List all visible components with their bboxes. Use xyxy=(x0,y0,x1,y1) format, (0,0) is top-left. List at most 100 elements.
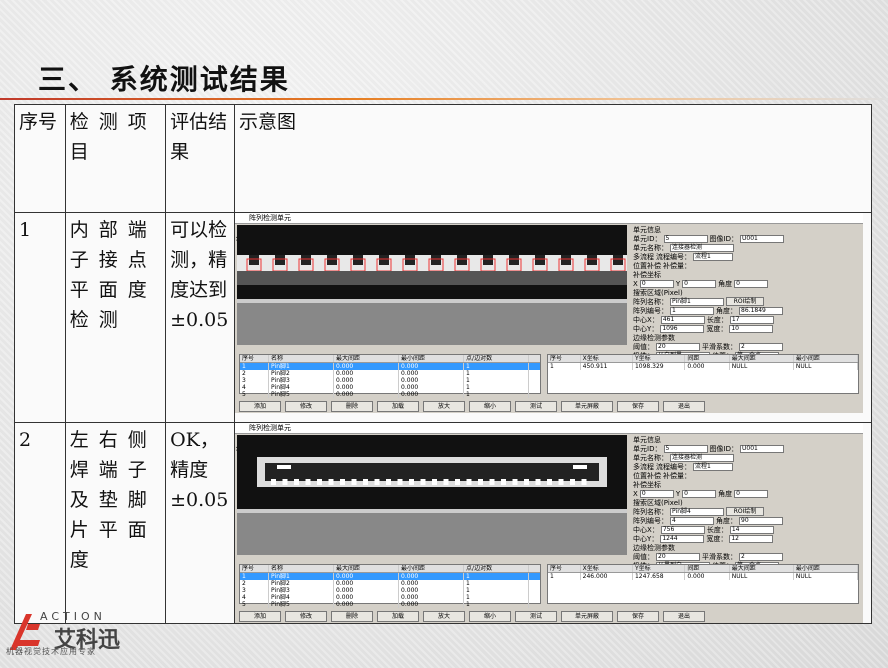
list-cell: 0.000 xyxy=(399,363,465,370)
result-col-header: Y坐标 xyxy=(633,355,686,362)
result-cell: NULL xyxy=(794,573,859,580)
result-col-header: 间距 xyxy=(685,565,730,572)
row2-no: 2 xyxy=(14,422,66,624)
panel-image-id[interactable]: U001 xyxy=(739,234,784,243)
table-row: 2 左右侧焊端子及垫脚片平面度 OK，精度±0.05 阵列检测单元×单元信息单元… xyxy=(14,422,872,624)
list-cell: 0.000 xyxy=(399,573,465,580)
array-list-table[interactable]: 序号 名称 最大间距 最小间距 点/边对数 1 Pin脚1 0.000 0.000 1 2 Pin脚2… xyxy=(239,564,542,608)
screen-button[interactable]: 单元屏蔽 xyxy=(561,610,614,622)
result-col-header: 最大间距 xyxy=(730,565,794,572)
panel-row: 边缘检测参数 xyxy=(631,333,857,342)
list-cell: 3 xyxy=(240,377,270,384)
list-col-header: 最小间距 xyxy=(399,565,465,572)
panel-deg[interactable]: 86.1849 xyxy=(739,306,784,315)
table-row[interactable]: 5 Pin脚5 0.000 0.000 1 xyxy=(240,391,540,398)
row1-diagram: 阵列检测单元×单元信息单元ID：5图像ID：U001单元名称：连接器检测多流程流… xyxy=(234,212,872,423)
zoomout-button[interactable]: 缩小 xyxy=(469,610,512,622)
add-button[interactable]: 添加 xyxy=(239,610,282,622)
list-col-header: 最大间距 xyxy=(334,565,400,572)
edit-button[interactable]: 修改 xyxy=(285,400,328,412)
panel-y[interactable]: 0 xyxy=(682,489,717,498)
header-eval: 评估结果 xyxy=(165,104,236,213)
panel-flow[interactable]: 流程1 xyxy=(693,462,734,471)
list-header: 序号 名称 最大间距 最小间距 点/边对数 xyxy=(240,565,541,573)
inspection-image[interactable] xyxy=(237,225,628,303)
table-row[interactable]: 4 Pin脚4 0.000 0.000 1 xyxy=(240,594,540,601)
table-row[interactable]: 3 Pin脚3 0.000 0.000 1 xyxy=(240,377,540,384)
list-cell: 0.000 xyxy=(334,370,400,377)
list-cell: Pin脚3 xyxy=(269,587,335,594)
panel-flow[interactable]: 流程1 xyxy=(693,252,734,261)
panel-angle-label: 角度 xyxy=(718,279,733,288)
save-button[interactable]: 保存 xyxy=(617,400,660,412)
list-cell: 0.000 xyxy=(334,391,400,398)
result-header: 序号 X坐标 Y坐标 间距 最大间距 最小间距 xyxy=(548,355,859,363)
list-cell: 1 xyxy=(464,377,530,384)
exit-button[interactable]: 退出 xyxy=(663,400,706,412)
result-table[interactable]: 序号 X坐标 Y坐标 间距 最大间距 最小间距 1 246.000 1247.658 0.000 N… xyxy=(547,564,860,604)
table-row[interactable]: 1 246.000 1247.658 0.000 NULL NULL xyxy=(548,573,859,580)
list-cell: 0.000 xyxy=(334,601,400,608)
list-col-header: 点/边对数 xyxy=(464,355,530,362)
list-cell: Pin脚2 xyxy=(269,580,335,587)
zoomin-button[interactable]: 放大 xyxy=(423,400,466,412)
array-list-table[interactable]: 序号 名称 最大间距 最小间距 点/边对数 1 Pin脚1 0.000 0.000 1 2 Pin脚2… xyxy=(239,354,542,398)
test-button[interactable]: 测试 xyxy=(515,610,558,622)
table-row[interactable]: 1 Pin脚1 0.000 0.000 1 xyxy=(240,573,541,580)
exit-button[interactable]: 退出 xyxy=(663,610,706,622)
row2-eval: OK，精度±0.05 xyxy=(165,422,236,624)
list-cell: 1 xyxy=(240,363,270,370)
list-cell: Pin脚3 xyxy=(269,377,335,384)
screen-button[interactable]: 单元屏蔽 xyxy=(561,400,614,412)
result-cell: 0.000 xyxy=(685,573,730,580)
header-no: 序号 xyxy=(14,104,66,213)
inspection-image[interactable] xyxy=(237,435,628,513)
result-table[interactable]: 序号 X坐标 Y坐标 间距 最大间距 最小间距 1 450.911 1098.329 0.000 N… xyxy=(547,354,860,394)
list-cell: 5 xyxy=(240,601,270,608)
del-button[interactable]: 删除 xyxy=(331,400,374,412)
panel-y[interactable]: 0 xyxy=(682,279,717,288)
slide-title: 三、 系统测试结果 xyxy=(38,63,290,96)
save-button[interactable]: 保存 xyxy=(617,610,660,622)
table-row[interactable]: 5 Pin脚5 0.000 0.000 1 xyxy=(240,601,540,608)
list-col-header: 点/边对数 xyxy=(464,565,530,572)
panel-row: 位置补偿 补偿量： xyxy=(631,471,857,480)
list-cell: 0.000 xyxy=(399,370,465,377)
add-button[interactable]: 添加 xyxy=(239,400,282,412)
result-header: 序号 X坐标 Y坐标 间距 最大间距 最小间距 xyxy=(548,565,859,573)
test-button[interactable]: 测试 xyxy=(515,400,558,412)
panel-deg[interactable]: 90 xyxy=(739,516,784,525)
panel-angle[interactable]: 0 xyxy=(734,279,769,288)
panel-angle[interactable]: 0 xyxy=(734,489,769,498)
header-diagram: 示意图 xyxy=(234,104,872,213)
result-col-header: 间距 xyxy=(685,355,730,362)
list-cell: Pin脚2 xyxy=(269,370,335,377)
unit-parameter-panel: 单元信息 单元ID： 5 图像ID： U001 单元名称： 连接器检测 多流程 流程编号： 流程1… xyxy=(631,225,858,387)
table-row[interactable]: 2 Pin脚2 0.000 0.000 1 xyxy=(240,580,540,587)
table-row[interactable]: 4 Pin脚4 0.000 0.000 1 xyxy=(240,384,540,391)
list-cell: Pin脚1 xyxy=(269,573,335,580)
load-button[interactable]: 加载 xyxy=(377,610,420,622)
list-cell: 1 xyxy=(464,363,530,370)
table-row[interactable]: 3 Pin脚3 0.000 0.000 1 xyxy=(240,587,540,594)
table-row[interactable]: 1 450.911 1098.329 0.000 NULL NULL xyxy=(548,363,859,370)
list-cell: 1 xyxy=(464,601,530,608)
connector-image-icon xyxy=(237,255,628,285)
list-col-header: 最小间距 xyxy=(399,355,465,362)
list-cell: 0.000 xyxy=(334,587,400,594)
panel-len[interactable]: 17 xyxy=(729,315,774,324)
zoomout-button[interactable]: 缩小 xyxy=(469,400,512,412)
table-row[interactable]: 1 Pin脚1 0.000 0.000 1 xyxy=(240,363,541,370)
list-cell: 0.000 xyxy=(334,363,400,370)
list-cell: 0.000 xyxy=(399,384,465,391)
zoomin-button[interactable]: 放大 xyxy=(423,610,466,622)
edit-button[interactable]: 修改 xyxy=(285,610,328,622)
load-button[interactable]: 加载 xyxy=(377,400,420,412)
panel-image-id[interactable]: U001 xyxy=(739,444,784,453)
window-titlebar: 阵列检测单元 xyxy=(235,213,864,224)
del-button[interactable]: 删除 xyxy=(331,610,374,622)
panel-len[interactable]: 14 xyxy=(729,525,774,534)
table-row[interactable]: 2 Pin脚2 0.000 0.000 1 xyxy=(240,370,540,377)
list-col-header: 序号 xyxy=(240,355,270,362)
list-cell: 1 xyxy=(464,384,530,391)
